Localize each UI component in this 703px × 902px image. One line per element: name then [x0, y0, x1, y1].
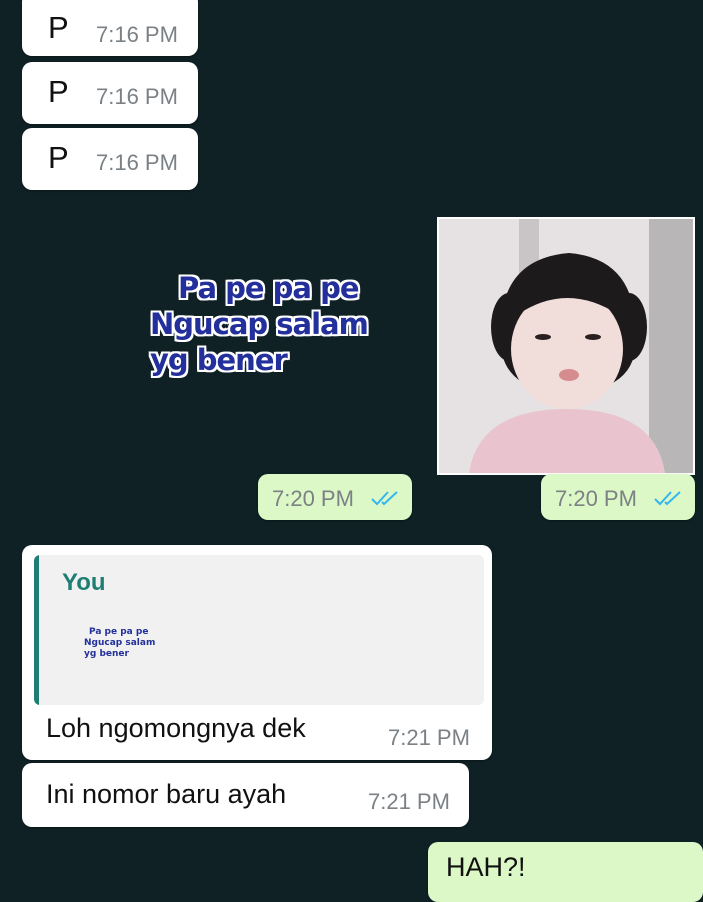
message-text: HAH?!	[446, 852, 526, 882]
message-time: 7:20 PM	[555, 486, 637, 511]
quoted-sticker-preview: Pa pe pa pe Ngucap salam yg bener	[84, 627, 155, 660]
quoted-line: Pa pe pa pe	[89, 627, 149, 637]
photo-message[interactable]	[437, 217, 695, 475]
child-photo-image	[439, 219, 693, 473]
sticker-message[interactable]: Pa pe pa pe Ngucap salam yg bener	[150, 270, 420, 378]
quoted-message[interactable]: You Pa pe pa pe Ngucap salam yg bener	[34, 555, 484, 705]
message-time: 7:21 PM	[388, 725, 470, 750]
photo-timestamp-chip: 7:20 PM	[541, 474, 695, 520]
quoted-line: yg bener	[84, 649, 129, 659]
quoted-line: Ngucap salam	[84, 638, 156, 648]
message-text: Loh ngomongnya dek	[46, 713, 306, 743]
message-text: Ini nomor baru ayah	[46, 779, 287, 809]
incoming-message[interactable]: P 7:16 PM	[22, 0, 198, 56]
incoming-reply-message[interactable]: You Pa pe pa pe Ngucap salam yg bener Lo…	[22, 545, 492, 760]
incoming-message[interactable]: Ini nomor baru ayah 7:21 PM	[22, 763, 469, 827]
message-time: 7:16 PM	[96, 22, 178, 47]
incoming-message[interactable]: P 7:16 PM	[22, 62, 198, 124]
sticker-line: Pa pe pa pe	[178, 271, 360, 305]
message-text: P	[48, 74, 69, 109]
message-text: P	[48, 10, 69, 45]
message-time: 7:16 PM	[96, 150, 178, 175]
message-text: P	[48, 140, 69, 175]
outgoing-message-partial[interactable]: HAH?!	[428, 842, 703, 902]
sticker-line: Ngucap salam	[150, 307, 369, 341]
message-time: 7:20 PM	[272, 486, 354, 511]
double-check-icon	[654, 491, 681, 506]
sticker-timestamp-chip: 7:20 PM	[258, 474, 412, 520]
sticker-line: yg bener	[150, 343, 288, 377]
incoming-message[interactable]: P 7:16 PM	[22, 128, 198, 190]
quote-accent-bar	[34, 555, 39, 705]
quoted-sender: You	[62, 569, 106, 596]
double-check-icon	[371, 491, 398, 506]
message-time: 7:21 PM	[368, 789, 450, 814]
message-time: 7:16 PM	[96, 84, 178, 109]
